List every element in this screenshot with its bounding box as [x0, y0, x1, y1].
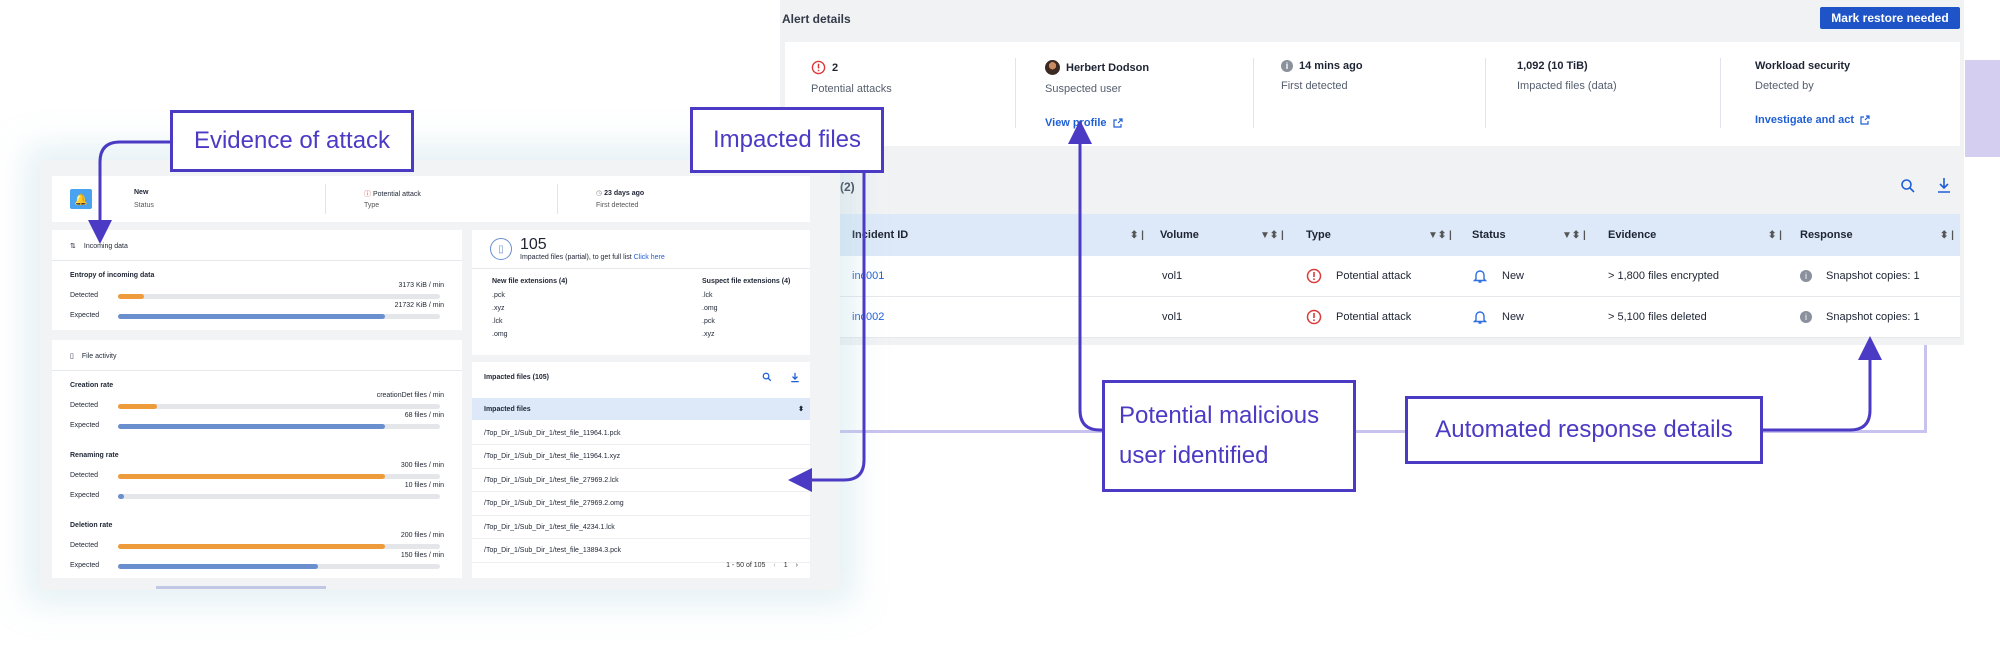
- arrow-impacted: [788, 172, 866, 492]
- arrow-automated: [1762, 336, 1882, 432]
- arrows-overlay: [88, 120, 1882, 492]
- callout-automated: Automated response details: [1405, 396, 1763, 464]
- callout-line: user identified: [1119, 442, 1269, 469]
- callout-evidence: Evidence of attack: [170, 110, 414, 172]
- arrow-evidence: [88, 140, 170, 244]
- callout-impacted: Impacted files: [690, 107, 884, 173]
- callout-line: Potential malicious: [1119, 402, 1320, 429]
- callout-malicious: Potential malicious user identified: [1102, 380, 1356, 492]
- arrow-malicious: [1068, 120, 1102, 432]
